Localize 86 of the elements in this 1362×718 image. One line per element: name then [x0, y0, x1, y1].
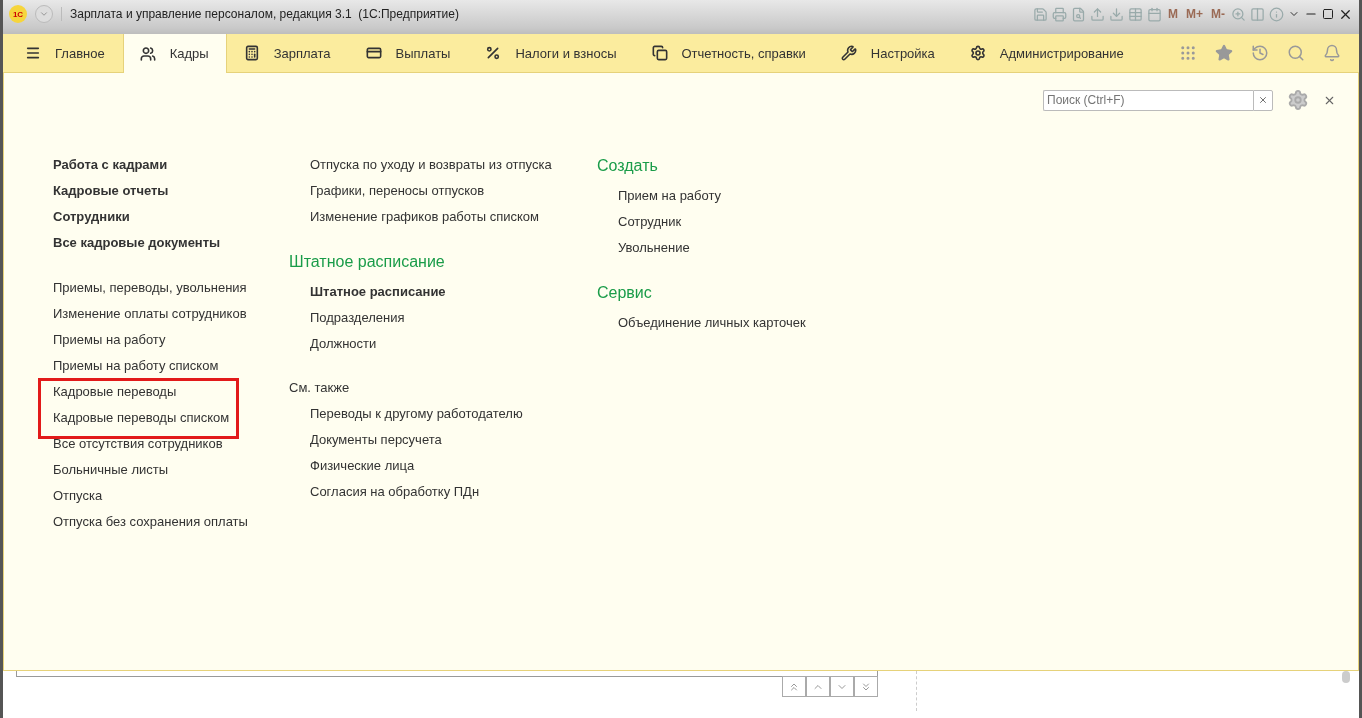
tab-label: Налоги и взносы	[515, 45, 617, 61]
tab-label: Администрирование	[999, 45, 1124, 61]
history-icon[interactable]	[1251, 44, 1269, 62]
nav-link[interactable]: Отпуска	[46, 488, 103, 514]
search-field[interactable]: Поиск (Ctrl+F)	[1043, 89, 1253, 111]
nav-link[interactable]: Прием на работу	[611, 188, 722, 214]
nav-link[interactable]: Документы персучета	[303, 432, 442, 458]
nav-link[interactable]: Кадровые переводы	[46, 384, 177, 410]
nav-link[interactable]: Графики, переносы отпусков	[303, 183, 485, 209]
nav-link[interactable]: Больничные листы	[46, 462, 169, 488]
download-icon[interactable]	[1109, 6, 1124, 22]
nav-link[interactable]: Приемы на работу	[46, 332, 166, 358]
section-tab[interactable]: Администрирование	[952, 34, 1142, 72]
columns-icon[interactable]	[1250, 6, 1265, 22]
nav-link[interactable]: Работа с кадрами	[46, 157, 168, 183]
info-icon[interactable]	[1269, 6, 1284, 22]
restore-icon[interactable]	[1322, 8, 1334, 20]
nav-link[interactable]: Увольнение	[611, 240, 690, 266]
card-icon	[365, 45, 382, 61]
save-icon[interactable]	[1033, 6, 1048, 22]
nav-link[interactable]: Должности	[303, 336, 377, 362]
up-button[interactable]	[806, 676, 830, 697]
preview-icon[interactable]	[1071, 6, 1086, 22]
section-heading: Сервис	[597, 284, 653, 303]
first-button[interactable]	[782, 676, 806, 697]
section-tab[interactable]: Главное	[8, 34, 123, 72]
window-title: Зарплата и управление персоналом, редакция 3.1 (1С:Предприятие)	[61, 7, 1025, 21]
last-button[interactable]	[854, 676, 878, 697]
calculator-icon	[243, 45, 260, 61]
nav-link[interactable]: Сотрудник	[611, 214, 682, 240]
section-tab[interactable]: Кадры	[122, 34, 227, 73]
clear-icon	[1258, 95, 1268, 105]
nav-link[interactable]: Штатное расписание	[303, 284, 446, 310]
settings-icon[interactable]	[1287, 89, 1309, 111]
nav-link[interactable]: Все кадровые документы	[46, 235, 221, 261]
menu-icon	[25, 45, 41, 61]
nav-link[interactable]: Согласия на обработку ПДн	[303, 484, 480, 510]
nav-link[interactable]: Подразделения	[303, 310, 405, 336]
app-logo[interactable]: 1С	[9, 5, 27, 23]
clear-button[interactable]	[1253, 89, 1273, 111]
wrench-icon	[840, 45, 857, 61]
settings-icon	[969, 45, 986, 61]
tab-label: Настройка	[870, 45, 935, 61]
calendar-icon[interactable]	[1147, 6, 1162, 22]
bell-icon[interactable]	[1323, 44, 1341, 62]
documents-icon	[651, 45, 668, 61]
section-tab[interactable]: Зарплата	[226, 34, 349, 72]
scrollbar-thumb[interactable]	[1342, 671, 1350, 683]
section-tab[interactable]: Отчетность, справки	[634, 34, 824, 72]
section-tab[interactable]: Выплаты	[348, 34, 469, 72]
nav-link[interactable]: Объединение личных карточек	[611, 315, 806, 341]
nav-link[interactable]: Кадровые отчеты	[46, 183, 169, 209]
dropdown-button[interactable]	[35, 5, 53, 23]
tab-label: Кадры	[169, 46, 209, 61]
nav-link[interactable]: Физические лица	[303, 458, 415, 484]
tab-label: Отчетность, справки	[681, 45, 806, 61]
section-heading: См. также	[289, 380, 351, 396]
grid-icon[interactable]	[1179, 44, 1197, 62]
favorites-icon[interactable]	[1215, 44, 1233, 62]
section-tab[interactable]: Налоги и взносы	[468, 34, 635, 72]
nav-link[interactable]: Сотрудники	[46, 209, 130, 235]
tab-label: Выплаты	[395, 45, 451, 61]
tab-label: Зарплата	[273, 45, 331, 61]
section-tab[interactable]: Настройка	[823, 34, 953, 72]
nav-link[interactable]: Переводы к другому работодателю	[303, 406, 523, 432]
nav-link[interactable]: Отпуска без сохранения оплаты	[46, 514, 248, 540]
table-icon[interactable]	[1128, 6, 1143, 22]
section-heading: Создать	[597, 157, 659, 176]
zoom-icon[interactable]	[1231, 6, 1246, 22]
tab-label: Главное	[55, 45, 105, 61]
search-icon[interactable]	[1287, 44, 1305, 62]
percent-icon	[485, 45, 502, 61]
print-icon[interactable]	[1052, 6, 1067, 22]
nav-link[interactable]: Отпуска по уходу и возвраты из отпуска	[303, 157, 552, 183]
nav-link[interactable]: Кадровые переводы списком	[46, 410, 230, 436]
nav-link[interactable]: Приемы на работу списком	[46, 358, 219, 384]
upload-icon[interactable]	[1090, 6, 1105, 22]
nav-link[interactable]: Все отсутствия сотрудников	[46, 436, 223, 462]
section-heading: Штатное расписание	[289, 253, 446, 272]
nav-link[interactable]: Приемы, переводы, увольнения	[46, 280, 247, 306]
down-button[interactable]	[830, 676, 854, 697]
double-down-icon	[860, 680, 872, 693]
people-icon	[139, 45, 156, 62]
nav-link[interactable]: Изменение графиков работы списком	[303, 209, 539, 235]
caret-icon	[39, 9, 49, 19]
nav-link[interactable]: Изменение оплаты сотрудников	[46, 306, 247, 332]
